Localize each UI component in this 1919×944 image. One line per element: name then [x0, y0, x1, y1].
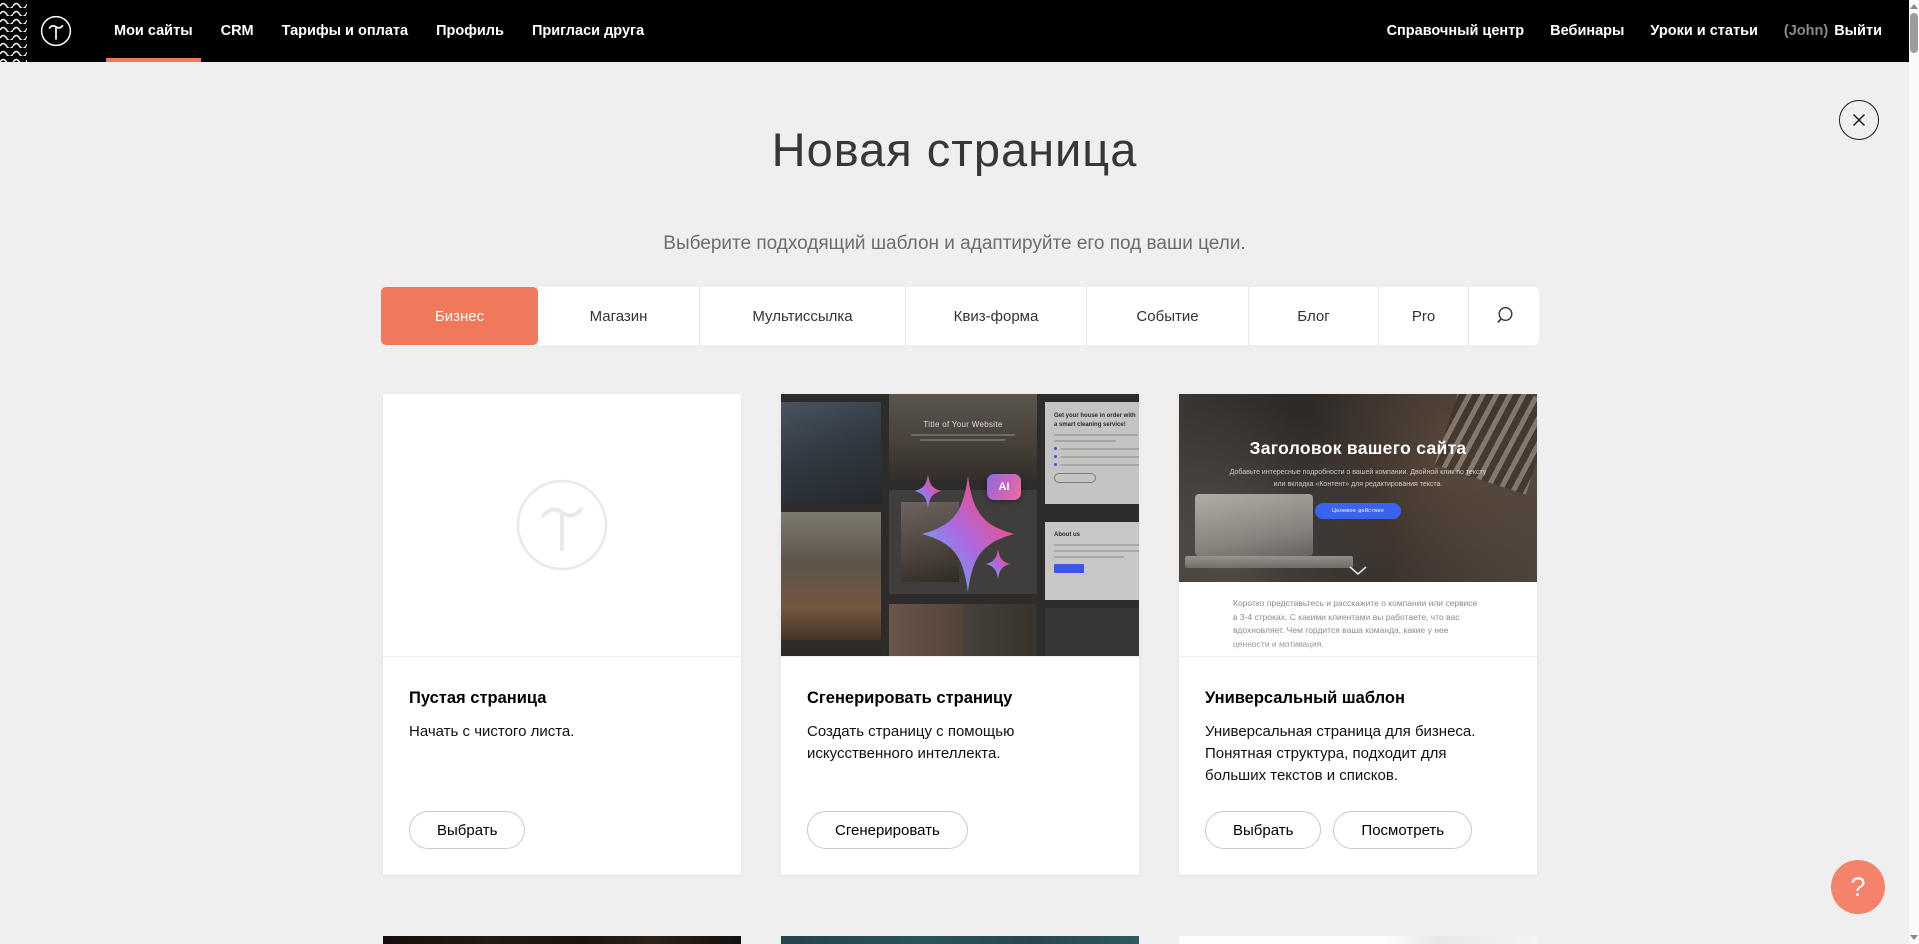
tab-search[interactable]	[1469, 287, 1539, 345]
logout-control[interactable]: (John) Выйти	[1771, 0, 1895, 62]
template-card-partial[interactable]	[1179, 936, 1537, 944]
universal-template-preview[interactable]: Заголовок вашего сайта Добавьте интересн…	[1179, 394, 1537, 657]
tilda-pattern-menu-icon[interactable]	[0, 0, 27, 62]
ai-sparkle-icon	[781, 394, 1139, 657]
chevron-down-icon	[1349, 566, 1367, 575]
search-icon	[1493, 305, 1515, 327]
tilda-logo-icon[interactable]	[40, 15, 72, 47]
card-title: Сгенерировать страницу	[807, 689, 1113, 708]
choose-universal-button[interactable]: Выбрать	[1205, 811, 1321, 849]
ai-generate-preview[interactable]: Title of Your Website Get your house in …	[781, 394, 1139, 657]
template-cards-row-2	[383, 936, 1537, 944]
scrollbar-down-arrow-icon[interactable]	[1910, 935, 1918, 940]
card-body: Универсальный шаблон Универсальная стран…	[1179, 657, 1537, 787]
tab-business[interactable]: Бизнес	[381, 287, 538, 345]
page-scrollbar[interactable]	[1909, 0, 1919, 944]
card-description: Начать с чистого листа.	[409, 721, 715, 743]
card-ai-generate: Title of Your Website Get your house in …	[781, 394, 1139, 875]
choose-blank-button[interactable]: Выбрать	[409, 811, 525, 849]
ai-badge: AI	[987, 474, 1021, 500]
card-buttons: Сгенерировать	[807, 811, 968, 849]
generate-button[interactable]: Сгенерировать	[807, 811, 968, 849]
nav-item-pricing[interactable]: Тарифы и оплата	[268, 0, 422, 62]
nav-item-webinars[interactable]: Вебинары	[1537, 0, 1637, 62]
tab-blog[interactable]: Блог	[1249, 287, 1379, 345]
template-paragraph: Коротко представьтесь и расскажите о ком…	[1233, 597, 1483, 651]
template-text-section: Коротко представьтесь и расскажите о ком…	[1179, 582, 1537, 657]
nav-item-lessons[interactable]: Уроки и статьи	[1637, 0, 1770, 62]
template-hero: Заголовок вашего сайта Добавьте интересн…	[1179, 394, 1537, 582]
tab-store[interactable]: Магазин	[538, 287, 700, 345]
card-title: Универсальный шаблон	[1205, 689, 1511, 708]
blank-page-preview[interactable]	[383, 394, 741, 657]
top-nav: Мои сайты CRM Тарифы и оплата Профиль Пр…	[0, 0, 1909, 62]
card-universal-template: Заголовок вашего сайта Добавьте интересн…	[1179, 394, 1537, 875]
card-body: Сгенерировать страницу Создать страницу …	[781, 657, 1139, 765]
preview-universal-button[interactable]: Посмотреть	[1333, 811, 1472, 849]
template-category-tabs: Бизнес Магазин Мультиссылка Квиз-форма С…	[381, 287, 1539, 345]
card-blank-page: Пустая страница Начать с чистого листа. …	[383, 394, 741, 875]
scrollbar-up-arrow-icon[interactable]	[1910, 4, 1918, 9]
nav-item-invite-friend[interactable]: Пригласи друга	[518, 0, 658, 62]
nav-item-my-sites[interactable]: Мои сайты	[100, 0, 207, 62]
card-buttons: Выбрать	[409, 811, 525, 849]
card-description: Создать страницу с помощью искусственног…	[807, 721, 1113, 765]
primary-nav: Мои сайты CRM Тарифы и оплата Профиль Пр…	[100, 0, 658, 62]
logout-label: Выйти	[1834, 23, 1882, 39]
user-name: (John)	[1784, 23, 1828, 39]
scrollbar-thumb[interactable]	[1910, 13, 1918, 53]
tab-pro[interactable]: Pro	[1379, 287, 1469, 345]
help-button[interactable]: ?	[1831, 860, 1885, 914]
nav-item-help-center[interactable]: Справочный центр	[1374, 0, 1538, 62]
page-title: Новая страница	[0, 122, 1909, 177]
tab-multilink[interactable]: Мультиссылка	[700, 287, 906, 345]
nav-item-crm[interactable]: CRM	[207, 0, 268, 62]
card-body: Пустая страница Начать с чистого листа.	[383, 657, 741, 743]
page-subtitle: Выберите подходящий шаблон и адаптируйте…	[0, 233, 1909, 255]
nav-item-profile[interactable]: Профиль	[422, 0, 518, 62]
template-card-partial[interactable]	[781, 936, 1139, 944]
template-cards-row-1: Пустая страница Начать с чистого листа. …	[383, 394, 1537, 875]
template-card-partial[interactable]	[383, 936, 741, 944]
tilda-watermark-icon	[514, 477, 610, 573]
secondary-nav: Справочный центр Вебинары Уроки и статьи…	[1374, 0, 1895, 62]
template-hero-title: Заголовок вашего сайта	[1179, 438, 1537, 459]
card-description: Универсальная страница для бизнеса. Поня…	[1205, 721, 1511, 787]
template-cta-button: Целевое действие	[1315, 503, 1401, 519]
template-hero-subtitle: Добавьте интересные подробности о вашей …	[1225, 467, 1491, 491]
template-hero-photo	[1195, 494, 1313, 556]
template-hero-photo	[1185, 556, 1353, 568]
card-title: Пустая страница	[409, 689, 715, 708]
tab-event[interactable]: Событие	[1087, 287, 1249, 345]
tab-quiz-form[interactable]: Квиз-форма	[906, 287, 1087, 345]
card-buttons: Выбрать Посмотреть	[1205, 811, 1472, 849]
